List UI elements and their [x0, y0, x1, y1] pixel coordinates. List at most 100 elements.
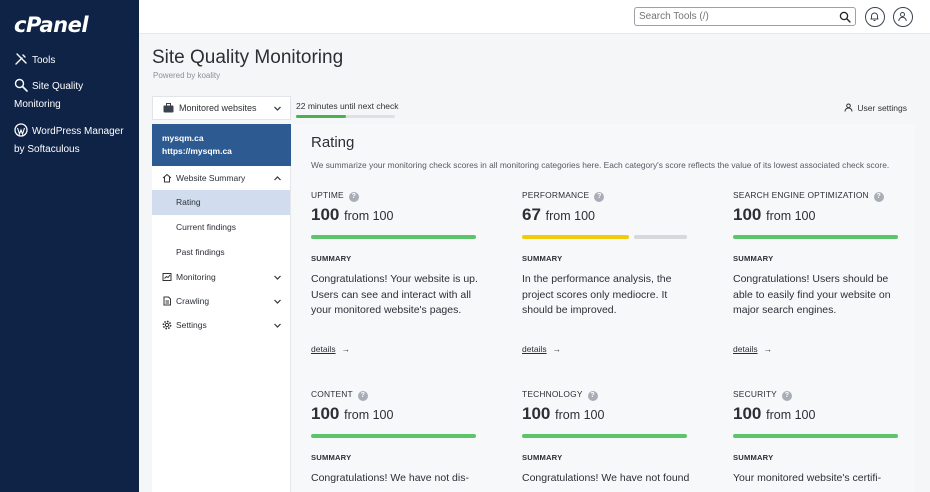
score-bar-segment [522, 434, 687, 438]
user-icon [898, 12, 907, 22]
user-icon [844, 103, 853, 112]
cpanel-nav-wordpress[interactable]: WordPress Manager by Softaculous [0, 123, 139, 159]
score-bar-segment [311, 434, 476, 438]
score-value: 100 [733, 205, 762, 224]
score-max: from 100 [545, 209, 595, 223]
cpanel-nav-tools-label: Tools [32, 55, 56, 66]
rating-title: Rating [311, 134, 355, 151]
score-max: from 100 [344, 408, 394, 422]
rating-card: CONTENT? 100 from 100 SUMMARY Congratulatio… [311, 389, 501, 487]
summary-label: SUMMARY [311, 254, 352, 263]
arrow-right-icon: → [552, 344, 562, 354]
arrow-right-icon: → [763, 344, 773, 354]
score-max: from 100 [766, 209, 816, 223]
website-menu: mysqm.ca https://mysqm.ca Website Summar… [152, 124, 291, 492]
score-value: 100 [733, 404, 762, 423]
category-name: PERFORMANCE [522, 190, 590, 200]
score: 100 from 100 [733, 404, 923, 426]
menu-website-summary[interactable]: Website Summary [152, 166, 290, 190]
bell-icon [870, 12, 879, 21]
summary-label: SUMMARY [733, 254, 774, 263]
score: 67 from 100 [522, 205, 712, 227]
cpanel-logo[interactable]: cPanel [14, 13, 89, 37]
help-icon[interactable]: ? [348, 192, 359, 202]
next-check-text: 22 minutes until next check [296, 101, 399, 111]
monitored-websites-label: Monitored websites [179, 103, 257, 113]
score-bar [522, 434, 687, 438]
menu-past-findings[interactable]: Past findings [152, 240, 290, 265]
help-icon[interactable]: ? [781, 391, 792, 401]
category-name: SECURITY [733, 389, 777, 399]
wordpress-icon [14, 123, 28, 137]
notifications-button[interactable] [865, 7, 885, 27]
category-heading: CONTENT? [311, 389, 501, 401]
summary-text: Congratulations! We have not dis- [311, 472, 469, 484]
rating-card: SECURITY? 100 from 100 SUMMARY Your monitor… [733, 389, 923, 487]
cpanel-nav-wordpress-label2: by Softaculous [14, 144, 80, 155]
help-icon[interactable]: ? [587, 391, 598, 401]
user-settings-button[interactable]: User settings [844, 103, 907, 113]
details-label: details [311, 344, 336, 354]
menu-settings[interactable]: Settings [152, 313, 290, 337]
search-icon[interactable] [839, 11, 851, 23]
score-value: 100 [522, 404, 551, 423]
search-box[interactable] [634, 7, 856, 26]
score: 100 from 100 [311, 404, 501, 426]
next-check-progress [296, 115, 395, 118]
tools-icon [14, 52, 28, 66]
category-name: CONTENT [311, 389, 353, 399]
score-bar [733, 235, 898, 239]
details-link[interactable]: details → [522, 344, 561, 354]
score-value: 67 [522, 205, 541, 224]
score: 100 from 100 [522, 404, 712, 426]
website-name: mysqm.ca [162, 133, 204, 143]
menu-crawling[interactable]: Crawling [152, 289, 290, 313]
details-link[interactable]: details → [311, 344, 350, 354]
details-label: details [522, 344, 547, 354]
score: 100 from 100 [311, 205, 501, 227]
cpanel-nav-tools[interactable]: Tools [0, 52, 139, 70]
category-heading: PERFORMANCE? [522, 190, 712, 202]
category-heading: SEARCH ENGINE OPTIMIZATION? [733, 190, 923, 202]
chevron-down-icon [274, 323, 281, 328]
cpanel-nav-site-quality-label2: Monitoring [14, 99, 61, 110]
page-title: Site Quality Monitoring [152, 47, 344, 68]
score: 100 from 100 [733, 205, 923, 227]
summary-text: Congratulations! Users should be able to… [733, 273, 891, 316]
rating-card: UPTIME? 100 from 100 SUMMARY Congratulation… [311, 190, 501, 354]
briefcase-icon [163, 103, 174, 113]
home-icon [162, 173, 172, 183]
menu-monitoring-label: Monitoring [176, 272, 216, 282]
rating-card: PERFORMANCE? 67 from 100 SUMMARY In the per… [522, 190, 712, 354]
monitoring-icon [162, 273, 172, 281]
help-icon[interactable]: ? [594, 192, 605, 202]
category-name: TECHNOLOGY [522, 389, 583, 399]
category-name: SEARCH ENGINE OPTIMIZATION [733, 190, 869, 200]
help-icon[interactable]: ? [357, 391, 368, 401]
score-bar-segment [733, 235, 898, 239]
details-link[interactable]: details → [733, 344, 772, 354]
next-check-progress-fill [296, 115, 346, 118]
rating-panel: Rating We summarize your monitoring chec… [292, 124, 915, 492]
score-max: from 100 [555, 408, 605, 422]
score-bar [311, 235, 476, 239]
search-input[interactable] [639, 9, 831, 24]
menu-current-findings[interactable]: Current findings [152, 215, 290, 240]
category-heading: TECHNOLOGY? [522, 389, 712, 401]
score-value: 100 [311, 205, 340, 224]
user-account-button[interactable] [893, 7, 913, 27]
top-bar [139, 0, 930, 34]
menu-rating[interactable]: Rating [152, 190, 290, 215]
monitored-websites-dropdown[interactable]: Monitored websites [152, 96, 291, 120]
menu-crawling-label: Crawling [176, 296, 210, 306]
summary-text: Congratulations! Your website is up. Use… [311, 273, 478, 316]
chevron-down-icon [274, 106, 281, 111]
website-url: https://mysqm.ca [162, 146, 232, 156]
powered-by: Powered by koality [153, 71, 221, 80]
help-icon[interactable]: ? [873, 192, 884, 202]
cpanel-nav-site-quality[interactable]: Site Quality Monitoring [0, 78, 139, 114]
menu-monitoring[interactable]: Monitoring [152, 265, 290, 289]
rating-description: We summarize your monitoring check score… [311, 160, 890, 170]
cpanel-nav-site-quality-label: Site Quality [32, 81, 84, 92]
selected-website-card[interactable]: mysqm.ca https://mysqm.ca [152, 124, 291, 166]
